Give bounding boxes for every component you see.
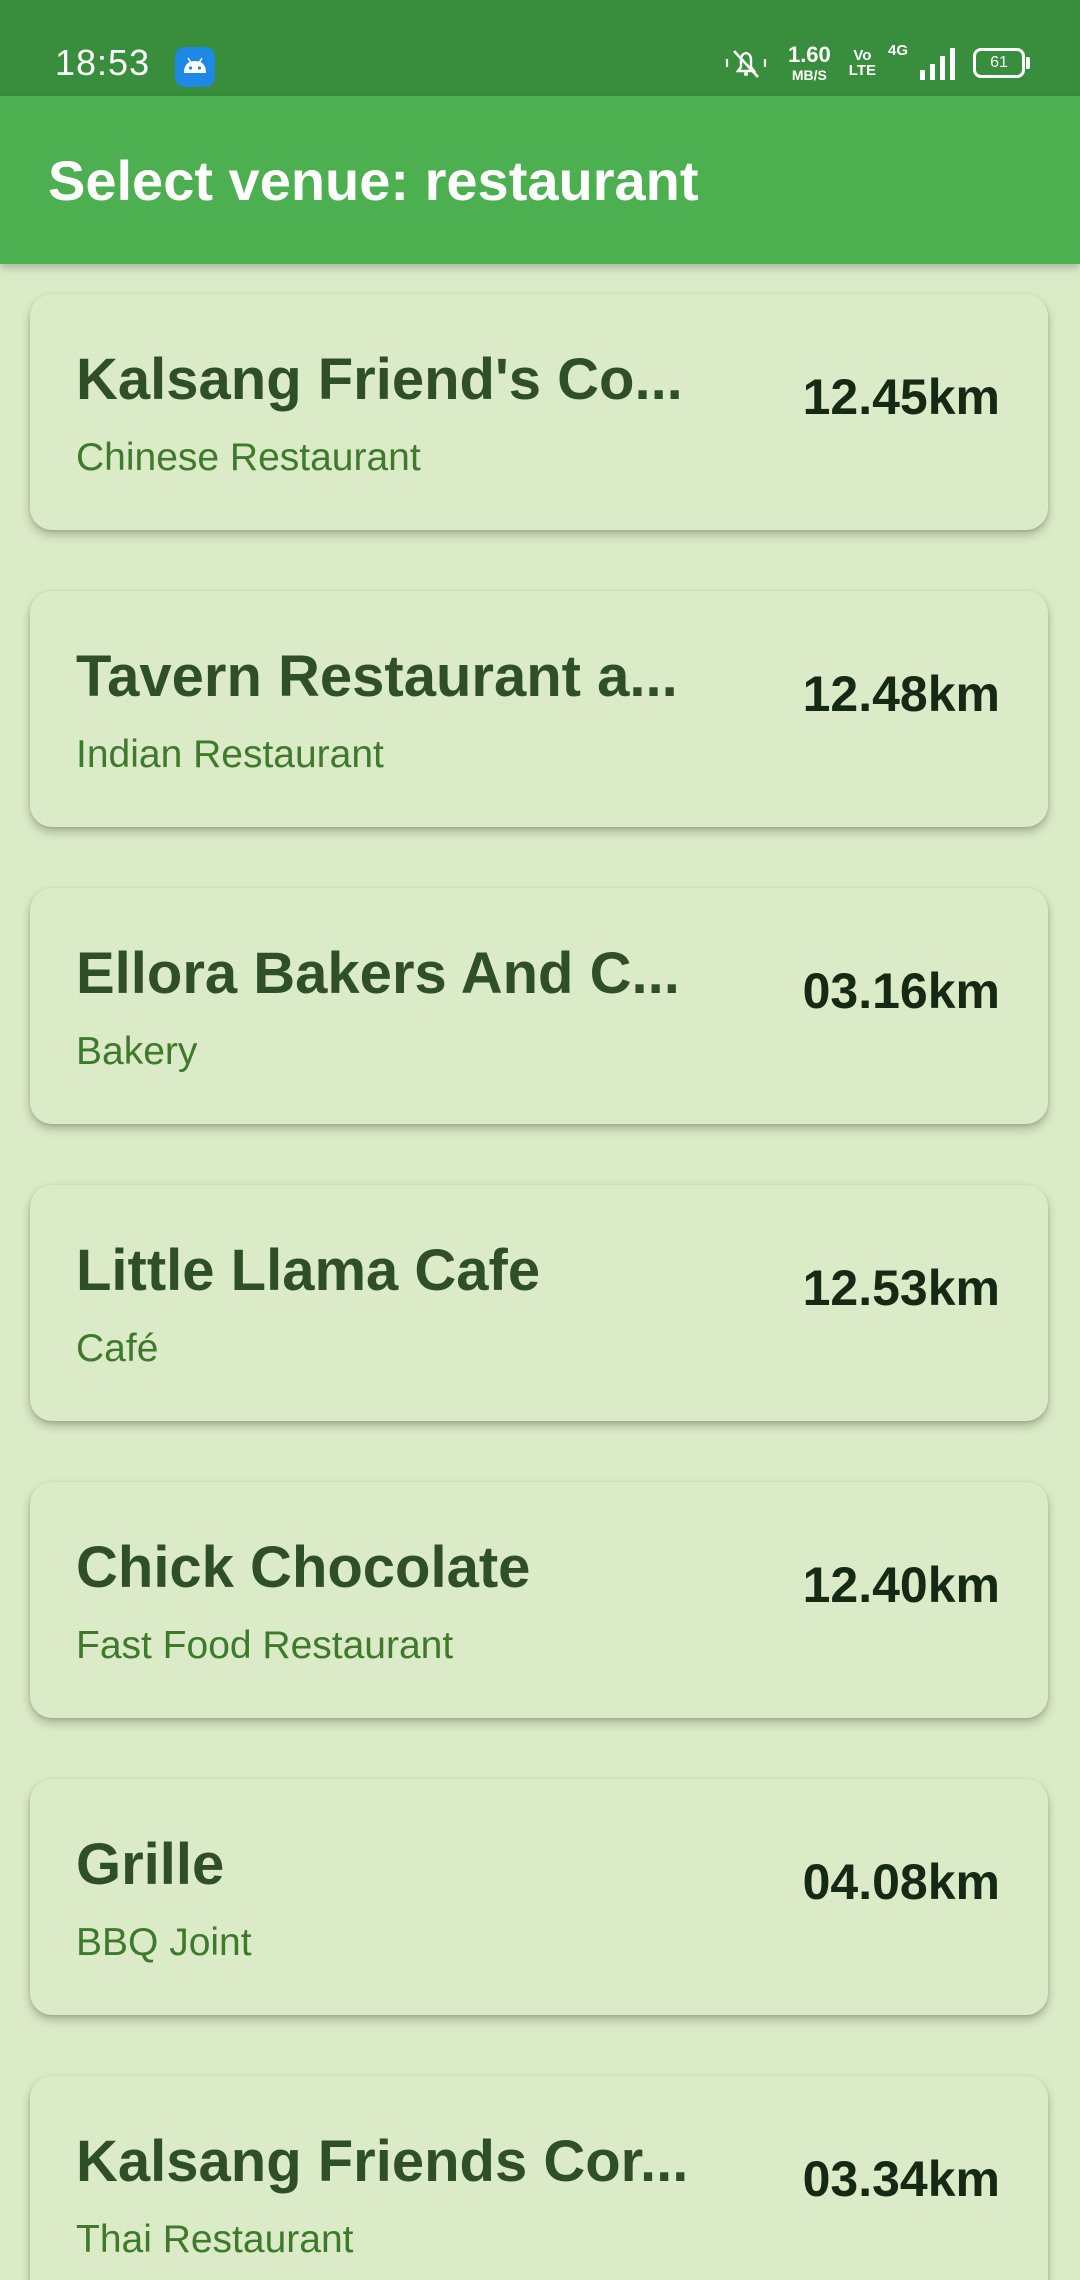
venue-card[interactable]: Grille BBQ Joint 04.08km <box>30 1779 1048 2015</box>
signal-icon: 4G <box>888 42 955 80</box>
venue-list[interactable]: Kalsang Friend's Co... Chinese Restauran… <box>0 264 1080 2280</box>
volte-bottom: LTE <box>848 62 876 79</box>
android-icon <box>175 47 215 87</box>
volte-top: Vo <box>853 47 872 64</box>
venue-name: Tavern Restaurant a... <box>76 644 678 709</box>
battery-level: 61 <box>990 54 1008 71</box>
venue-card[interactable]: Tavern Restaurant a... Indian Restaurant… <box>30 591 1048 827</box>
volte-indicator: Vo LTE <box>849 48 876 78</box>
venue-distance: 12.40km <box>802 1557 1000 1613</box>
status-bar: 18:53 1.60 MB/S Vo LTE 4G 61 <box>0 0 1080 96</box>
venue-card[interactable]: Chick Chocolate Fast Food Restaurant 12.… <box>30 1482 1048 1718</box>
venue-card[interactable]: Little Llama Cafe Café 12.53km <box>30 1185 1048 1421</box>
venue-distance: 12.48km <box>802 666 1000 722</box>
venue-name: Chick Chocolate <box>76 1535 531 1600</box>
network-speed-unit: MB/S <box>791 67 827 83</box>
venue-distance: 12.45km <box>802 369 1000 425</box>
venue-category: Bakery <box>76 1030 198 1073</box>
venue-category: Café <box>76 1327 159 1370</box>
venue-card[interactable]: Kalsang Friends Cor... Thai Restaurant 0… <box>30 2076 1048 2280</box>
venue-distance: 03.34km <box>802 2151 1000 2207</box>
venue-card[interactable]: Kalsang Friend's Co... Chinese Restauran… <box>30 294 1048 530</box>
network-speed: 1.60 MB/S <box>787 42 831 83</box>
venue-category: BBQ Joint <box>76 1921 252 1964</box>
network-speed-value: 1.60 <box>787 42 831 67</box>
network-type: 4G <box>888 42 909 59</box>
venue-distance: 12.53km <box>802 1260 1000 1316</box>
venue-name: Little Llama Cafe <box>76 1238 541 1303</box>
status-icons: 1.60 MB/S Vo LTE 4G 61 <box>722 38 1030 88</box>
venue-category: Indian Restaurant <box>76 733 384 776</box>
venue-card[interactable]: Ellora Bakers And C... Bakery 03.16km <box>30 888 1048 1124</box>
venue-name: Kalsang Friends Cor... <box>76 2129 689 2194</box>
venue-category: Thai Restaurant <box>76 2218 354 2261</box>
venue-name: Kalsang Friend's Co... <box>76 347 683 412</box>
venue-category: Fast Food Restaurant <box>76 1624 454 1667</box>
venue-name: Grille <box>76 1832 225 1897</box>
venue-distance: 03.16km <box>802 963 1000 1019</box>
venue-name: Ellora Bakers And C... <box>76 941 680 1006</box>
venue-distance: 04.08km <box>802 1854 1000 1910</box>
venue-category: Chinese Restaurant <box>76 436 421 479</box>
app-bar: Select venue: restaurant <box>0 96 1080 264</box>
battery-icon: 61 <box>973 48 1030 78</box>
status-time: 18:53 <box>55 42 151 83</box>
mute-icon <box>722 43 770 83</box>
page-title: Select venue: restaurant <box>48 149 699 212</box>
